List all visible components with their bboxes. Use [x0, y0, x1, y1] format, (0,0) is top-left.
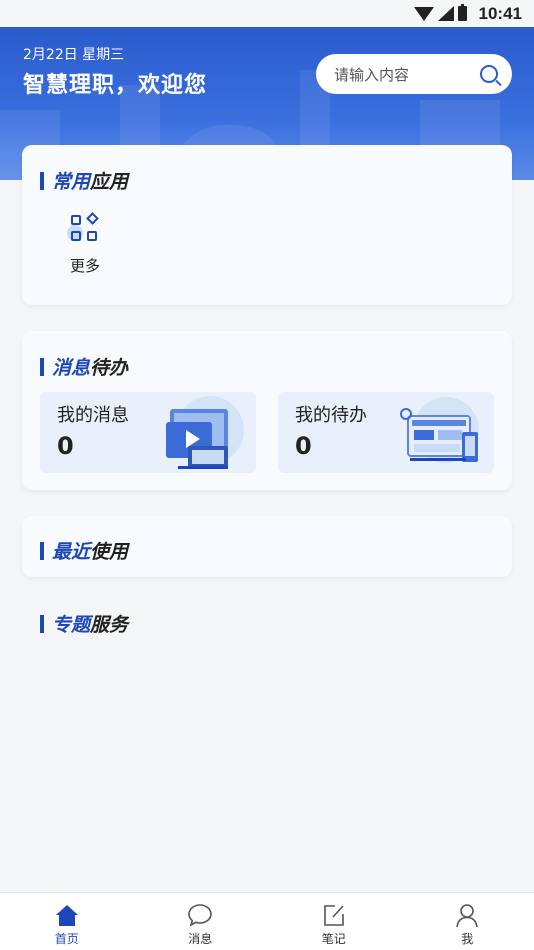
- my-todo-label: 我的待办: [295, 405, 367, 426]
- tab-messages[interactable]: 消息: [134, 893, 268, 950]
- section-title-recent: 最近 使用: [40, 537, 128, 564]
- tab-me[interactable]: 我: [401, 893, 534, 950]
- tab-notes-label: 笔记: [321, 932, 346, 946]
- bottom-tab-bar: 首页 消息 笔记 我: [0, 892, 534, 950]
- tab-home-label: 首页: [54, 932, 79, 946]
- common-apps-card: 常用 应用 更多: [22, 145, 512, 305]
- recent-card: 最近 使用: [22, 516, 512, 577]
- app-more-label: 更多: [69, 257, 100, 275]
- section-title-highlight: 最近: [52, 541, 91, 563]
- status-time: 10:41: [478, 3, 522, 23]
- header-date: 2月22日 星期三: [23, 47, 125, 63]
- section-title-highlight: 常用: [52, 171, 91, 193]
- status-bar: 10:41: [0, 0, 534, 27]
- search-placeholder: 请输入内容: [334, 65, 410, 84]
- cellular-signal-icon: [437, 6, 454, 21]
- edit-note-icon: [323, 905, 344, 926]
- grid-more-icon: [67, 212, 101, 245]
- section-marker: [40, 541, 44, 560]
- section-title-common-apps: 常用 应用: [40, 167, 128, 194]
- section-title-rest: 待办: [90, 357, 129, 379]
- section-marker: [40, 357, 44, 376]
- app-more[interactable]: 更多: [60, 212, 110, 276]
- section-title-messages: 消息 待办: [40, 353, 128, 380]
- tab-messages-label: 消息: [188, 932, 213, 946]
- section-title-highlight: 消息: [52, 357, 91, 379]
- tab-home[interactable]: 首页: [0, 893, 134, 950]
- wifi-icon: [413, 6, 434, 21]
- my-messages-count: 0: [57, 432, 74, 460]
- section-marker: [40, 171, 44, 190]
- section-marker: [40, 614, 44, 633]
- signal-indicators: [413, 4, 467, 21]
- search-icon[interactable]: [480, 65, 498, 83]
- tab-me-label: 我: [461, 932, 474, 946]
- my-messages-tile[interactable]: 我的消息 0: [40, 392, 256, 473]
- tab-notes[interactable]: 笔记: [267, 893, 401, 950]
- battery-icon: [457, 4, 467, 21]
- section-title-rest: 应用: [90, 171, 129, 193]
- section-title-rest: 服务: [90, 614, 129, 636]
- my-todo-tile[interactable]: 我的待办 0: [278, 392, 494, 473]
- section-title-topics: 专题 服务: [40, 610, 128, 637]
- section-title-highlight: 专题: [52, 614, 91, 636]
- welcome-title: 智慧理职，欢迎您: [23, 73, 208, 98]
- messages-card: 消息 待办 我的消息 0 我的待办 0: [22, 331, 512, 490]
- person-icon: [456, 904, 479, 928]
- video-messages-illustration: [166, 396, 244, 469]
- my-messages-label: 我的消息: [57, 405, 129, 426]
- section-title-rest: 使用: [90, 541, 129, 563]
- search-input[interactable]: 请输入内容: [316, 54, 512, 94]
- chat-bubble-icon: [188, 904, 213, 927]
- home-icon: [55, 905, 78, 926]
- dashboard-todo-illustration: [400, 397, 479, 463]
- my-todo-count: 0: [295, 432, 312, 460]
